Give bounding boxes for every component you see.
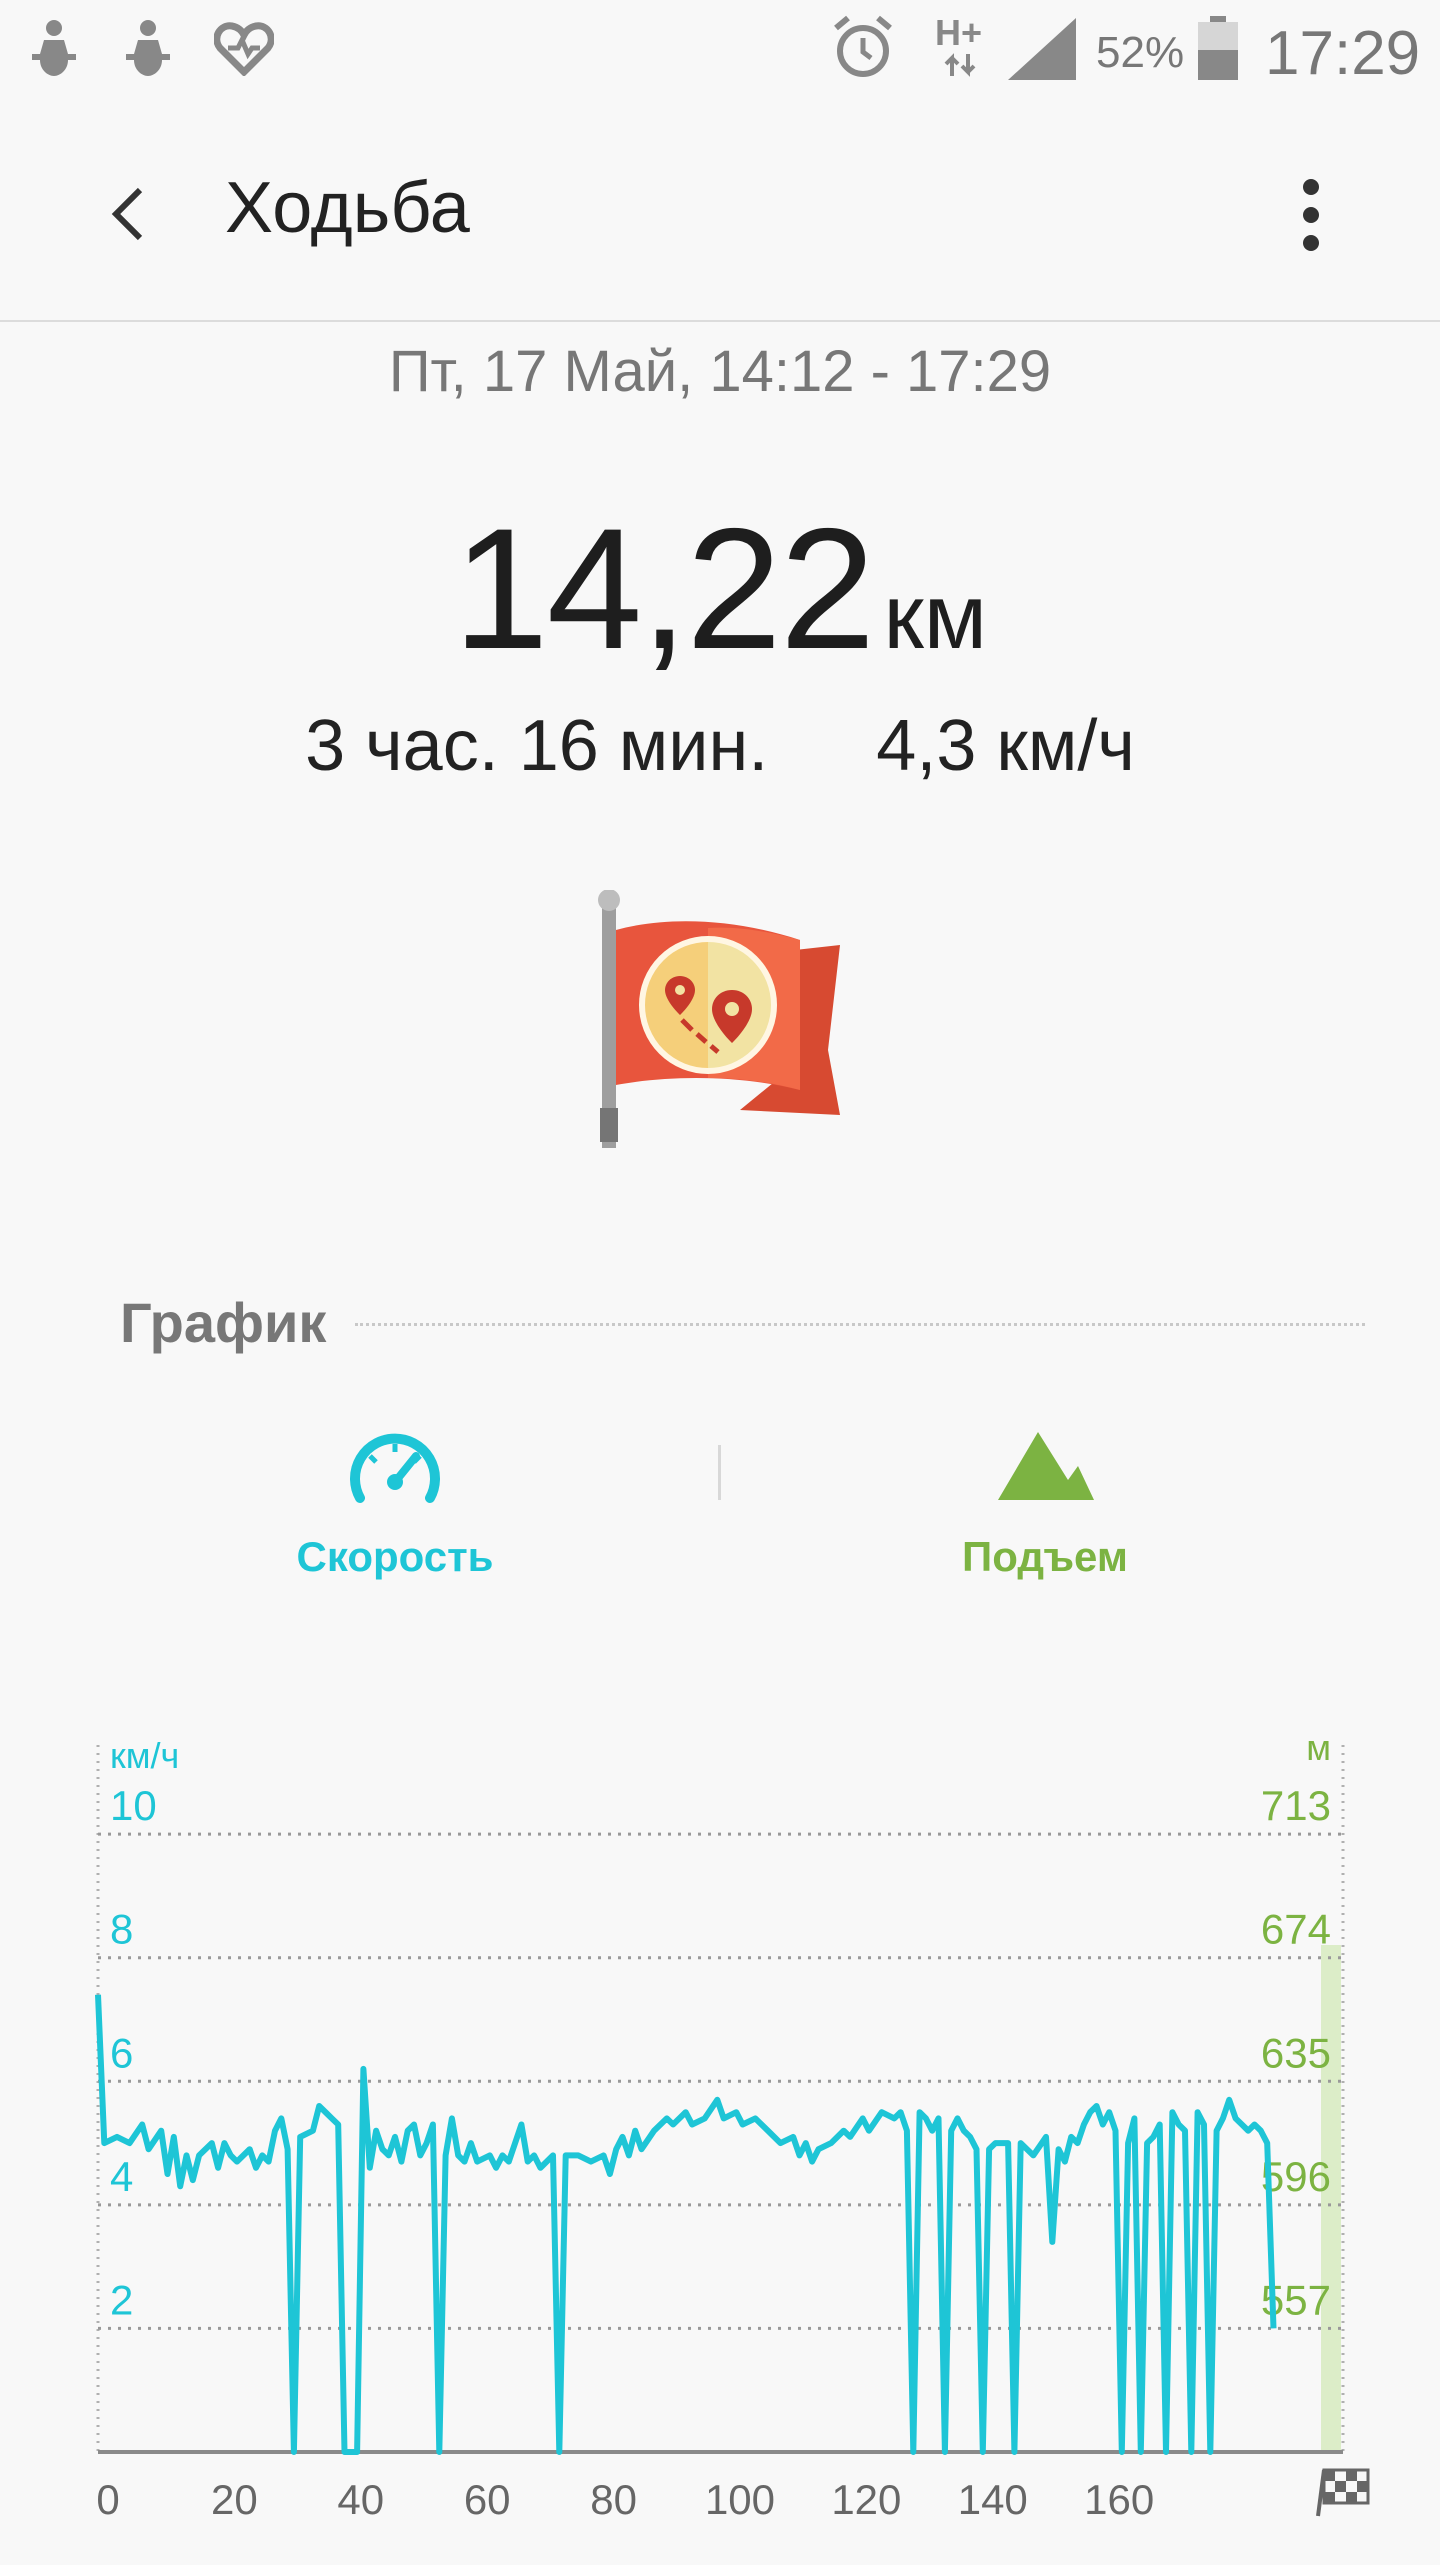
x-tick-label: 160 [1084, 2476, 1154, 2523]
y2-tick-label: 713 [1261, 1782, 1331, 1829]
finish-flag-icon [1316, 2468, 1370, 2517]
workout-stats: 3 час. 16 мин. 4,3 км/ч [0, 705, 1440, 787]
y2-tick-label: 674 [1261, 1906, 1331, 1953]
speedometer-icon [350, 1433, 440, 1503]
signal-icon [1008, 18, 1076, 80]
section-divider [355, 1323, 1365, 1326]
mountain-icon [998, 1432, 1094, 1500]
y-tick-label: 10 [110, 1782, 157, 1829]
workout-datetime: Пт, 17 Май, 14:12 - 17:29 [388, 339, 1052, 404]
y2-tick-label: 635 [1261, 2029, 1331, 2076]
tab-elevation-label: Подъем [962, 1533, 1128, 1580]
y2-axis-unit: м [1306, 1730, 1331, 1768]
speed-chart-svg: 10 7138 6746 6354 5962 557км/ч м0 20 40 60 80 100 12… [95, 1727, 1370, 2523]
status-bar: H+ 52% 17:29 [0, 0, 1440, 105]
speed-chart: 10 713 8 674 6 635 4 596 2 557 км/ч м 0 20 40 60 80 100 12… [0, 1727, 1440, 2560]
page-title: Ходьба [225, 168, 470, 248]
alarm-icon [834, 15, 892, 77]
data-arrows-icon [944, 53, 976, 77]
battery-icon [1198, 16, 1238, 80]
y-tick-label: 8 [110, 1906, 133, 1953]
x-tick-label: 40 [337, 2476, 384, 2523]
battery-percent: 52% [1096, 28, 1185, 77]
y-axis-unit: км/ч [110, 1735, 179, 1776]
distance-display: 14,22 км [0, 490, 1440, 688]
notification-figure-icon [32, 20, 76, 76]
y-tick-label: 2 [110, 2276, 133, 2323]
x-tick-label: 120 [831, 2476, 901, 2523]
x-tick-label: 60 [464, 2476, 511, 2523]
x-tick-label: 140 [958, 2476, 1028, 2523]
notification-figure-icon [126, 20, 170, 76]
distance-value: 14,22 [453, 493, 875, 685]
speed-series-line [95, 1994, 1277, 2455]
x-tick-label: 100 [705, 2476, 775, 2523]
tab-elevation[interactable]: Подъем [805, 1420, 1285, 1581]
more-options-icon[interactable] [1270, 165, 1340, 265]
route-flag-icon [598, 890, 840, 1148]
chart-section-title: График [120, 1291, 327, 1354]
app-bar: Ходьба [0, 105, 1440, 322]
x-tick-label: 80 [590, 2476, 637, 2523]
x-tick-label: 20 [211, 2476, 258, 2523]
average-speed: 4,3 км/ч [876, 706, 1135, 786]
x-tick-label: 0 [96, 2476, 119, 2523]
y-tick-label: 4 [110, 2153, 133, 2200]
tab-speed[interactable]: Скорость [155, 1420, 635, 1581]
y-tick-label: 6 [110, 2029, 133, 2076]
status-time: 17:29 [1265, 19, 1421, 88]
duration: 3 час. 16 мин. [305, 706, 769, 786]
distance-unit: км [883, 566, 987, 668]
network-type: H+ [935, 12, 983, 53]
back-arrow-icon[interactable] [88, 170, 178, 260]
tab-divider [718, 1445, 721, 1500]
heart-rate-icon [214, 22, 274, 76]
tab-speed-label: Скорость [296, 1533, 494, 1580]
